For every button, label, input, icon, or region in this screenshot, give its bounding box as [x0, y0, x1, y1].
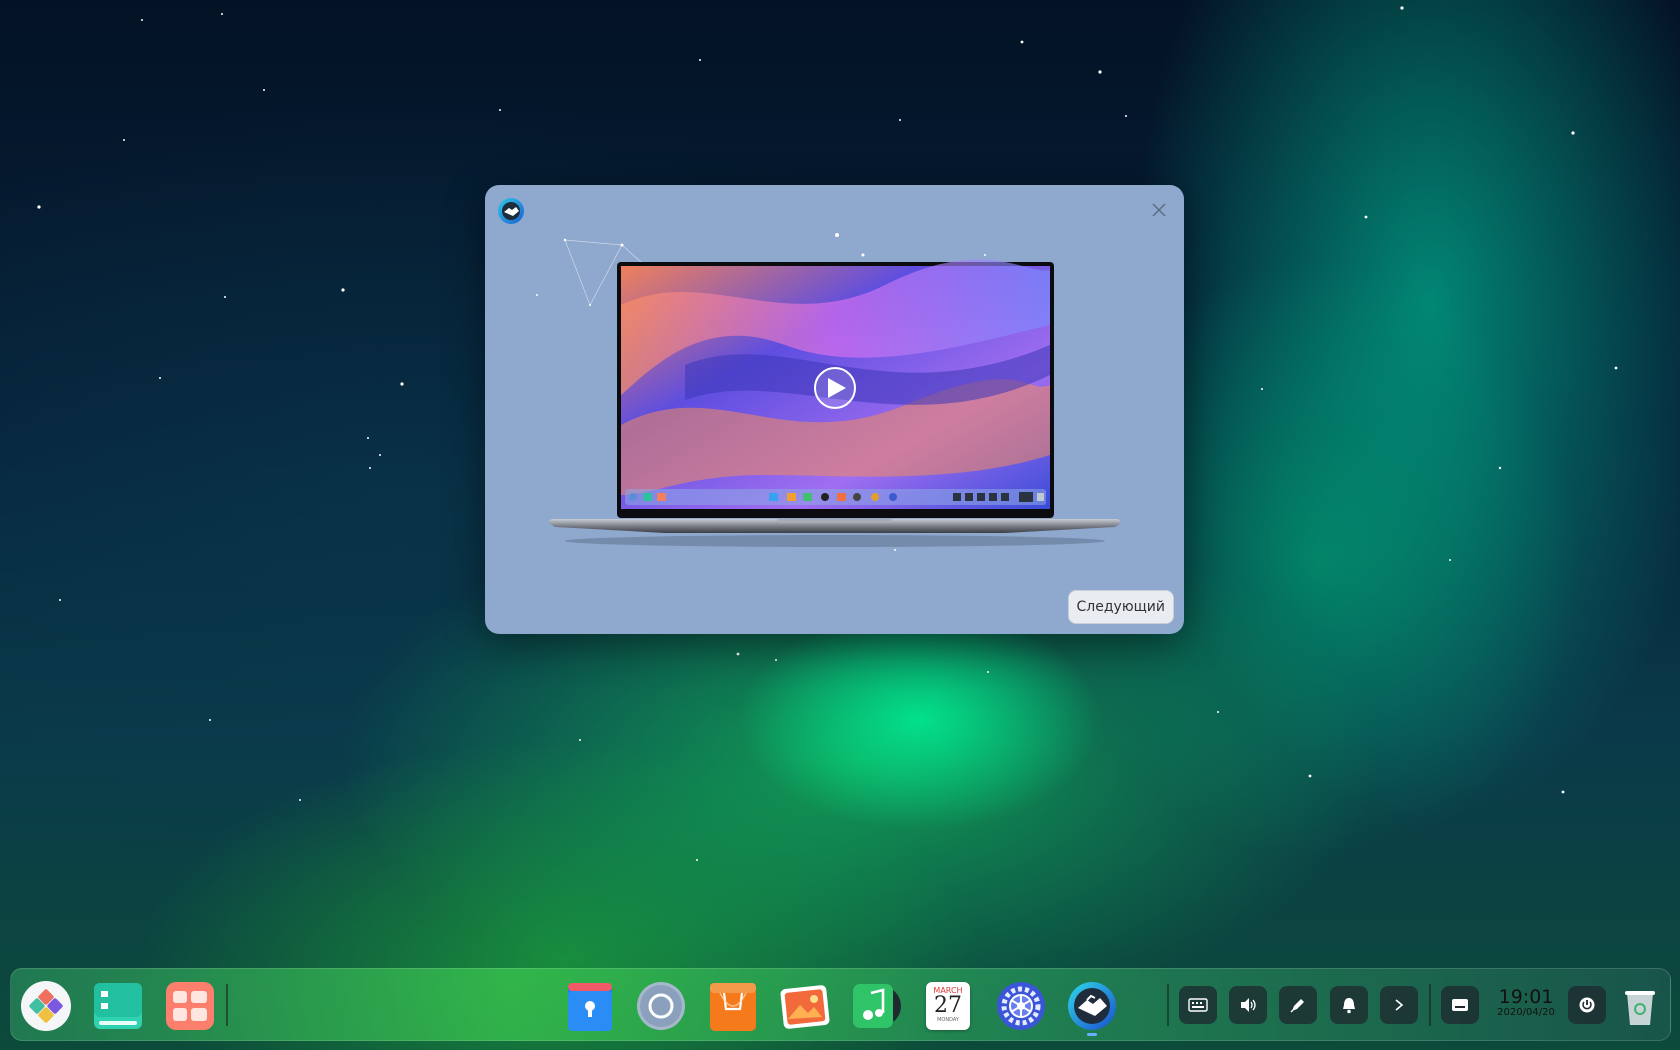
dock: MARCH 27 MONDAY 19:01 2020/04/20 — [10, 968, 1671, 1041]
next-button[interactable]: Следующий — [1067, 590, 1174, 624]
welcome-icon[interactable] — [1065, 979, 1119, 1036]
calendar-day: 27 — [934, 993, 962, 1018]
power-icon — [1579, 997, 1595, 1013]
image-viewer-icon[interactable] — [778, 979, 832, 1033]
bell-icon — [1343, 998, 1355, 1014]
multitasking-view-icon[interactable] — [91, 979, 145, 1033]
pen-button[interactable] — [1279, 986, 1317, 1024]
show-desktop-icon[interactable] — [163, 979, 217, 1033]
onboard-icon — [1452, 999, 1468, 1011]
notifications-button[interactable] — [1330, 986, 1368, 1024]
close-button[interactable] — [1144, 195, 1174, 225]
volume-icon — [1241, 998, 1256, 1012]
launcher-icon[interactable] — [19, 979, 73, 1033]
volume-button[interactable] — [1229, 986, 1267, 1024]
pen-icon — [1290, 999, 1304, 1013]
dock-separator — [1429, 984, 1431, 1026]
control-center-icon[interactable] — [994, 979, 1048, 1033]
chevron-right-icon — [1395, 999, 1404, 1011]
dock-separator — [1167, 984, 1169, 1026]
play-icon — [814, 367, 856, 409]
dock-separator — [226, 984, 228, 1026]
laptop-illustration — [536, 233, 1121, 551]
welcome-icon — [497, 197, 525, 225]
keyboard-layout-button[interactable] — [1179, 986, 1217, 1024]
calendar-icon[interactable]: MARCH 27 MONDAY — [921, 979, 975, 1033]
calendar-weekday: MONDAY — [937, 1017, 959, 1023]
trash-icon[interactable] — [1621, 987, 1659, 1027]
file-manager-icon[interactable] — [563, 979, 617, 1033]
clock[interactable]: 19:01 2020/04/20 — [1491, 987, 1561, 1019]
browser-icon[interactable] — [634, 979, 688, 1033]
app-store-icon[interactable] — [706, 979, 760, 1033]
welcome-dialog: Следующий — [485, 185, 1184, 634]
close-icon — [1152, 203, 1166, 217]
music-icon[interactable] — [849, 979, 903, 1033]
expand-tray-button[interactable] — [1380, 986, 1418, 1024]
keyboard-icon — [1188, 998, 1208, 1012]
clock-time: 19:01 — [1498, 986, 1554, 1008]
clock-date: 2020/04/20 — [1497, 1007, 1555, 1018]
onboard-keyboard-button[interactable] — [1441, 986, 1479, 1024]
power-button[interactable] — [1568, 986, 1606, 1024]
